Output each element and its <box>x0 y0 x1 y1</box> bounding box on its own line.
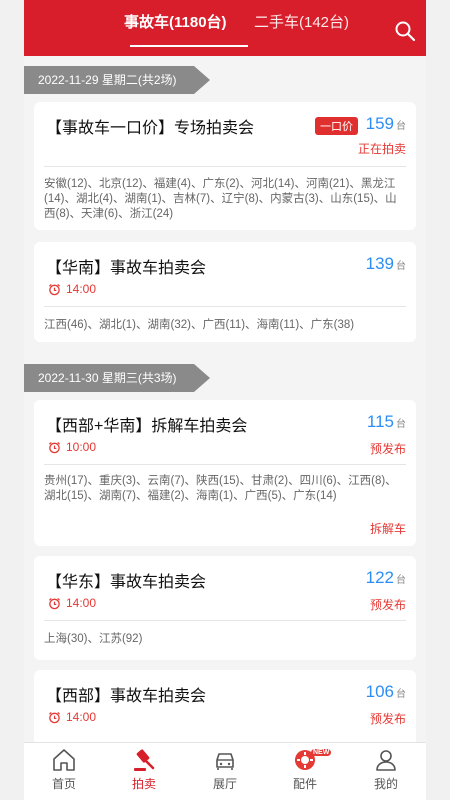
auction-card[interactable]: 【华东】事故车拍卖会 122 台 14:00 预发布 上海(30)、江苏(92) <box>34 556 416 660</box>
nav-home-label: 首页 <box>51 777 76 791</box>
divider <box>44 464 406 465</box>
new-badge: NEW <box>311 749 332 756</box>
nav-parts-label: 配件 <box>292 777 317 791</box>
auction-title: 【华东】事故车拍卖会 <box>46 574 207 591</box>
vehicle-count: 115 台 <box>366 412 406 431</box>
region-list: 贵州(17)、重庆(3)、云南(7)、陕西(15)、甘肃(2)、四川(6)、江西… <box>44 475 397 502</box>
nav-parts[interactable]: NEW 配件 <box>275 747 335 792</box>
dismantle-tag: 拆解车 <box>369 522 406 536</box>
date-header: 2022-11-30 星期三(共3场) <box>24 364 426 392</box>
auction-list[interactable]: 2022-11-29 星期二(共2场) 【事故车一口价】专场拍卖会 一口价 15… <box>24 56 426 742</box>
search-icon[interactable] <box>394 20 416 42</box>
nav-mine-label: 我的 <box>373 777 398 791</box>
alarm-clock-icon <box>48 597 61 609</box>
date-header: 2022-11-29 星期二(共2场) <box>24 66 426 94</box>
region-list: 江西(46)、湖北(1)、湖南(32)、广西(11)、海南(11)、广东(38) <box>44 319 355 331</box>
auction-time: 14:00 <box>48 710 96 724</box>
home-icon <box>53 749 75 771</box>
auction-title: 【西部+华南】拆解车拍卖会 <box>46 418 248 435</box>
auction-card[interactable]: 【事故车一口价】专场拍卖会 一口价 159 台 正在拍卖 安徽(12)、北京(12… <box>34 102 416 230</box>
date-label: 2022-11-29 星期二(共2场) <box>24 66 210 94</box>
date-label: 2022-11-30 星期三(共3场) <box>24 364 210 392</box>
alarm-clock-icon <box>48 441 61 453</box>
left-gutter <box>0 0 24 800</box>
auction-status: 预发布 <box>369 598 406 612</box>
divider <box>44 166 406 167</box>
fixed-price-badge: 一口价 <box>315 117 358 135</box>
region-list: 安徽(12)、北京(12)、福建(4)、广东(2)、河北(14)、河南(21)、… <box>44 178 397 220</box>
auction-title: 【西部】事故车拍卖会 <box>46 688 207 705</box>
vehicle-count: 122 台 <box>365 568 406 587</box>
auction-status: 预发布 <box>369 712 406 726</box>
auction-time: 14:00 <box>48 282 96 296</box>
nav-mine[interactable]: 我的 <box>356 747 416 792</box>
tab-accident-cars[interactable]: 事故车(1180台) <box>124 12 227 34</box>
vehicle-count: 159 台 <box>365 114 406 133</box>
auction-title: 【事故车一口价】专场拍卖会 <box>46 120 255 137</box>
auction-card[interactable]: 【西部+华南】拆解车拍卖会 115 台 10:00 预发布 贵州(17)、重庆(3… <box>34 400 416 546</box>
right-gutter <box>426 0 450 800</box>
vehicle-count: 106 台 <box>365 682 406 701</box>
nav-auction-label: 拍卖 <box>131 777 156 791</box>
alarm-clock-icon <box>48 711 61 723</box>
alarm-clock-icon <box>48 283 61 295</box>
active-tab-indicator <box>130 45 248 47</box>
vehicle-count: 139 台 <box>365 254 406 273</box>
auction-title: 【华南】事故车拍卖会 <box>46 260 207 277</box>
auction-status: 预发布 <box>369 442 406 456</box>
auction-time: 14:00 <box>48 596 96 610</box>
divider <box>44 620 406 621</box>
auction-status: 正在拍卖 <box>357 142 406 156</box>
gavel-icon <box>134 749 155 771</box>
nav-showroom-label: 展厅 <box>212 777 237 791</box>
car-icon <box>216 753 234 770</box>
auction-time: 10:00 <box>48 440 96 454</box>
auction-card[interactable]: 【西部】事故车拍卖会 106 台 14:00 预发布 <box>34 670 416 742</box>
nav-showroom[interactable]: 展厅 <box>195 747 255 792</box>
header-bar: 事故车(1180台) 二手车(142台) <box>24 0 426 56</box>
auction-card[interactable]: 【华南】事故车拍卖会 139 台 14:00 江西(46)、湖北(1)、湖南(32… <box>34 242 416 342</box>
user-icon <box>376 750 396 771</box>
region-list: 上海(30)、江苏(92) <box>44 633 143 645</box>
divider <box>44 306 406 307</box>
tab-used-cars[interactable]: 二手车(142台) <box>254 12 349 34</box>
nav-auction[interactable]: 拍卖 <box>114 747 174 792</box>
nav-home[interactable]: 首页 <box>34 747 94 792</box>
bottom-navigation: 首页 拍卖 展厅 NEW 配件 我的 <box>24 742 426 800</box>
